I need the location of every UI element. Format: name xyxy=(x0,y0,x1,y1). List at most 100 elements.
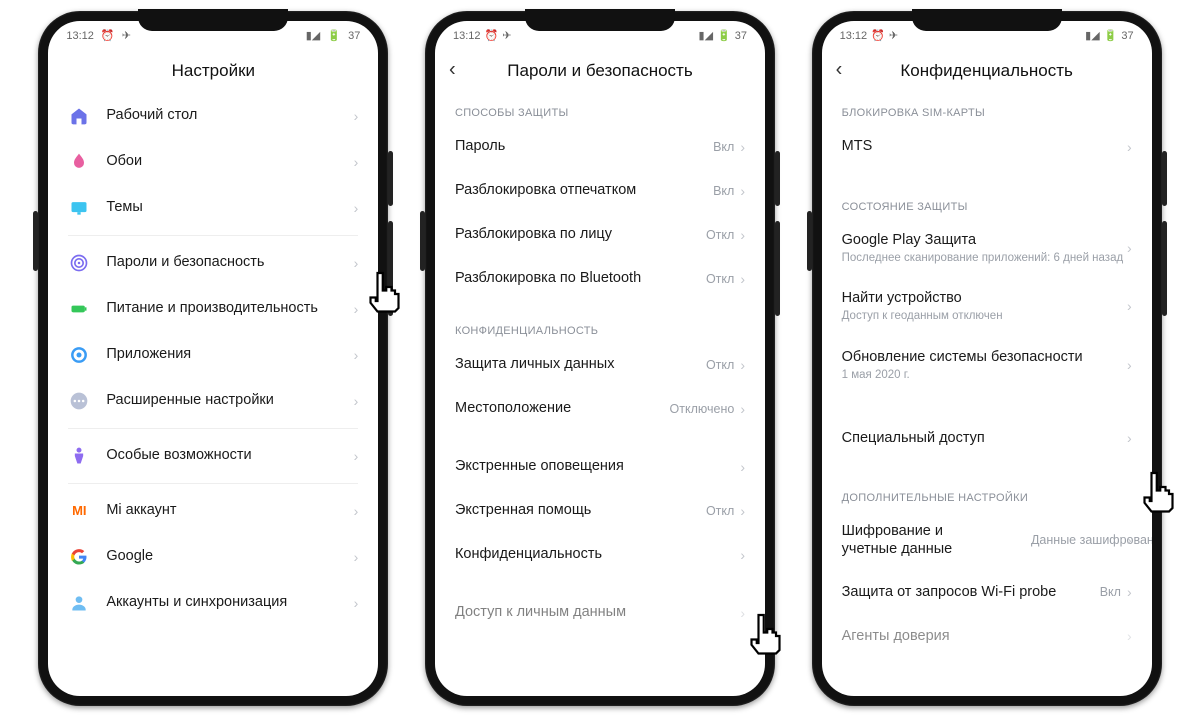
section-protection-status: СОСТОЯНИЕ ЗАЩИТЫ xyxy=(822,187,1152,219)
page-title: Конфиденциальность xyxy=(900,61,1072,81)
battery-icon: 🔋 xyxy=(327,30,341,42)
row-label: Google xyxy=(106,547,353,565)
row-label: Особые возможности xyxy=(106,446,353,464)
row-trust-agents[interactable]: Агенты доверия › xyxy=(822,614,1152,658)
chevron-right-icon: › xyxy=(354,200,359,216)
chevron-right-icon: › xyxy=(354,503,359,519)
row-face-unlock[interactable]: Разблокировка по лицу Откл › xyxy=(435,213,765,257)
fingerprint-icon xyxy=(68,252,90,274)
alarm-icon: ⏰ xyxy=(101,30,115,42)
themes-icon xyxy=(68,197,90,219)
status-bar: 13:12 ⏰ ✈ ▮◢ 🔋 37 xyxy=(48,21,378,47)
row-label: Расширенные настройки xyxy=(106,391,353,409)
row-play-protect[interactable]: Google Play Защита Последнее сканировани… xyxy=(822,219,1152,278)
row-label: Обои xyxy=(106,152,353,170)
signal-icon: ▮◢ xyxy=(306,30,321,42)
chevron-right-icon: › xyxy=(354,549,359,565)
row-password[interactable]: Пароль Вкл › xyxy=(435,125,765,169)
section-sim-lock: БЛОКИРОВКА SIM-КАРТЫ xyxy=(822,93,1152,125)
chevron-right-icon: › xyxy=(740,605,745,621)
more-icon xyxy=(68,390,90,412)
row-google[interactable]: Google › xyxy=(48,534,378,580)
chevron-right-icon: › xyxy=(354,448,359,464)
row-special-access[interactable]: Специальный доступ › xyxy=(822,416,1152,460)
chevron-right-icon: › xyxy=(1127,532,1132,548)
mi-icon: MI xyxy=(68,500,90,522)
wallpaper-icon xyxy=(68,151,90,173)
row-mi-account[interactable]: MI Mi аккаунт › xyxy=(48,488,378,534)
row-fingerprint-unlock[interactable]: Разблокировка отпечатком Вкл › xyxy=(435,169,765,213)
chevron-right-icon: › xyxy=(354,255,359,271)
status-bar: 13:12⏰✈ ▮◢🔋37 xyxy=(435,21,765,47)
send-icon: ✈ xyxy=(122,30,131,42)
row-label: Питание и производительность xyxy=(106,299,353,317)
battery-icon xyxy=(68,298,90,320)
chevron-right-icon: › xyxy=(354,108,359,124)
page-title: Пароли и безопасность xyxy=(507,61,692,81)
status-time: 13:12 xyxy=(66,30,94,42)
chevron-right-icon: › xyxy=(740,183,745,199)
row-encryption[interactable]: Шифрование и учетные данные Данные зашиф… xyxy=(822,510,1152,570)
phone-settings: 13:12 ⏰ ✈ ▮◢ 🔋 37 Настройки Рабочий стол… xyxy=(38,11,388,706)
chevron-right-icon: › xyxy=(740,271,745,287)
header: Настройки xyxy=(48,47,378,93)
chevron-right-icon: › xyxy=(740,503,745,519)
row-home-screen[interactable]: Рабочий стол › xyxy=(48,93,378,139)
chevron-right-icon: › xyxy=(1127,584,1132,600)
row-label: Рабочий стол xyxy=(106,106,353,124)
chevron-right-icon: › xyxy=(740,401,745,417)
row-bluetooth-unlock[interactable]: Разблокировка по Bluetooth Откл › xyxy=(435,257,765,301)
google-icon xyxy=(68,546,90,568)
battery-pct: 37 xyxy=(348,30,360,42)
chevron-right-icon: › xyxy=(740,139,745,155)
row-emergency-alerts[interactable]: Экстренные оповещения › xyxy=(435,445,765,489)
row-advanced[interactable]: Расширенные настройки › xyxy=(48,378,378,424)
row-apps[interactable]: Приложения › xyxy=(48,332,378,378)
page-title: Настройки xyxy=(172,61,255,81)
gear-icon xyxy=(68,344,90,366)
account-sync-icon xyxy=(68,592,90,614)
row-label: Mi аккаунт xyxy=(106,501,353,519)
row-passwords-security[interactable]: Пароли и безопасность › xyxy=(48,240,378,286)
back-button[interactable]: ‹ xyxy=(836,58,843,81)
chevron-right-icon: › xyxy=(1127,430,1132,446)
chevron-right-icon: › xyxy=(1127,240,1132,256)
phone-confidentiality: 13:12⏰✈ ▮◢🔋37 ‹ Конфиденциальность БЛОКИ… xyxy=(812,11,1162,706)
chevron-right-icon: › xyxy=(740,547,745,563)
status-bar: 13:12⏰✈ ▮◢🔋37 xyxy=(822,21,1152,47)
row-emergency-help[interactable]: Экстренная помощь Откл › xyxy=(435,489,765,533)
chevron-right-icon: › xyxy=(1127,139,1132,155)
chevron-right-icon: › xyxy=(740,227,745,243)
section-additional: ДОПОЛНИТЕЛЬНЫЕ НАСТРОЙКИ xyxy=(822,478,1152,510)
header: ‹ Конфиденциальность xyxy=(822,47,1152,93)
accessibility-icon xyxy=(68,445,90,467)
row-label: Пароли и безопасность xyxy=(106,253,353,271)
row-personal-access[interactable]: Доступ к личным данным › xyxy=(435,591,765,635)
row-mts[interactable]: MTS › xyxy=(822,125,1152,169)
row-security-update[interactable]: Обновление системы безопасности 1 мая 20… xyxy=(822,336,1152,395)
row-label: Аккаунты и синхронизация xyxy=(106,593,353,611)
chevron-right-icon: › xyxy=(354,393,359,409)
phone-passwords-security: 13:12⏰✈ ▮◢🔋37 ‹ Пароли и безопасность СП… xyxy=(425,11,775,706)
row-themes[interactable]: Темы › xyxy=(48,185,378,231)
row-personal-data[interactable]: Защита личных данных Откл › xyxy=(435,343,765,387)
row-wifi-probe[interactable]: Защита от запросов Wi-Fi probe Вкл › xyxy=(822,570,1152,614)
row-accounts-sync[interactable]: Аккаунты и синхронизация › xyxy=(48,580,378,626)
row-location[interactable]: Местоположение Отключено › xyxy=(435,387,765,431)
header: ‹ Пароли и безопасность xyxy=(435,47,765,93)
back-button[interactable]: ‹ xyxy=(449,58,456,81)
chevron-right-icon: › xyxy=(740,459,745,475)
chevron-right-icon: › xyxy=(1127,628,1132,644)
chevron-right-icon: › xyxy=(354,347,359,363)
chevron-right-icon: › xyxy=(354,595,359,611)
chevron-right-icon: › xyxy=(1127,298,1132,314)
row-label: Темы xyxy=(106,198,353,216)
row-label: Приложения xyxy=(106,345,353,363)
row-accessibility[interactable]: Особые возможности › xyxy=(48,433,378,479)
chevron-right-icon: › xyxy=(1127,357,1132,373)
section-protection: СПОСОБЫ ЗАЩИТЫ xyxy=(435,93,765,125)
row-find-device[interactable]: Найти устройство Доступ к геоданным откл… xyxy=(822,277,1152,336)
row-battery-perf[interactable]: Питание и производительность › xyxy=(48,286,378,332)
row-wallpaper[interactable]: Обои › xyxy=(48,139,378,185)
row-confidentiality[interactable]: Конфиденциальность › xyxy=(435,533,765,577)
